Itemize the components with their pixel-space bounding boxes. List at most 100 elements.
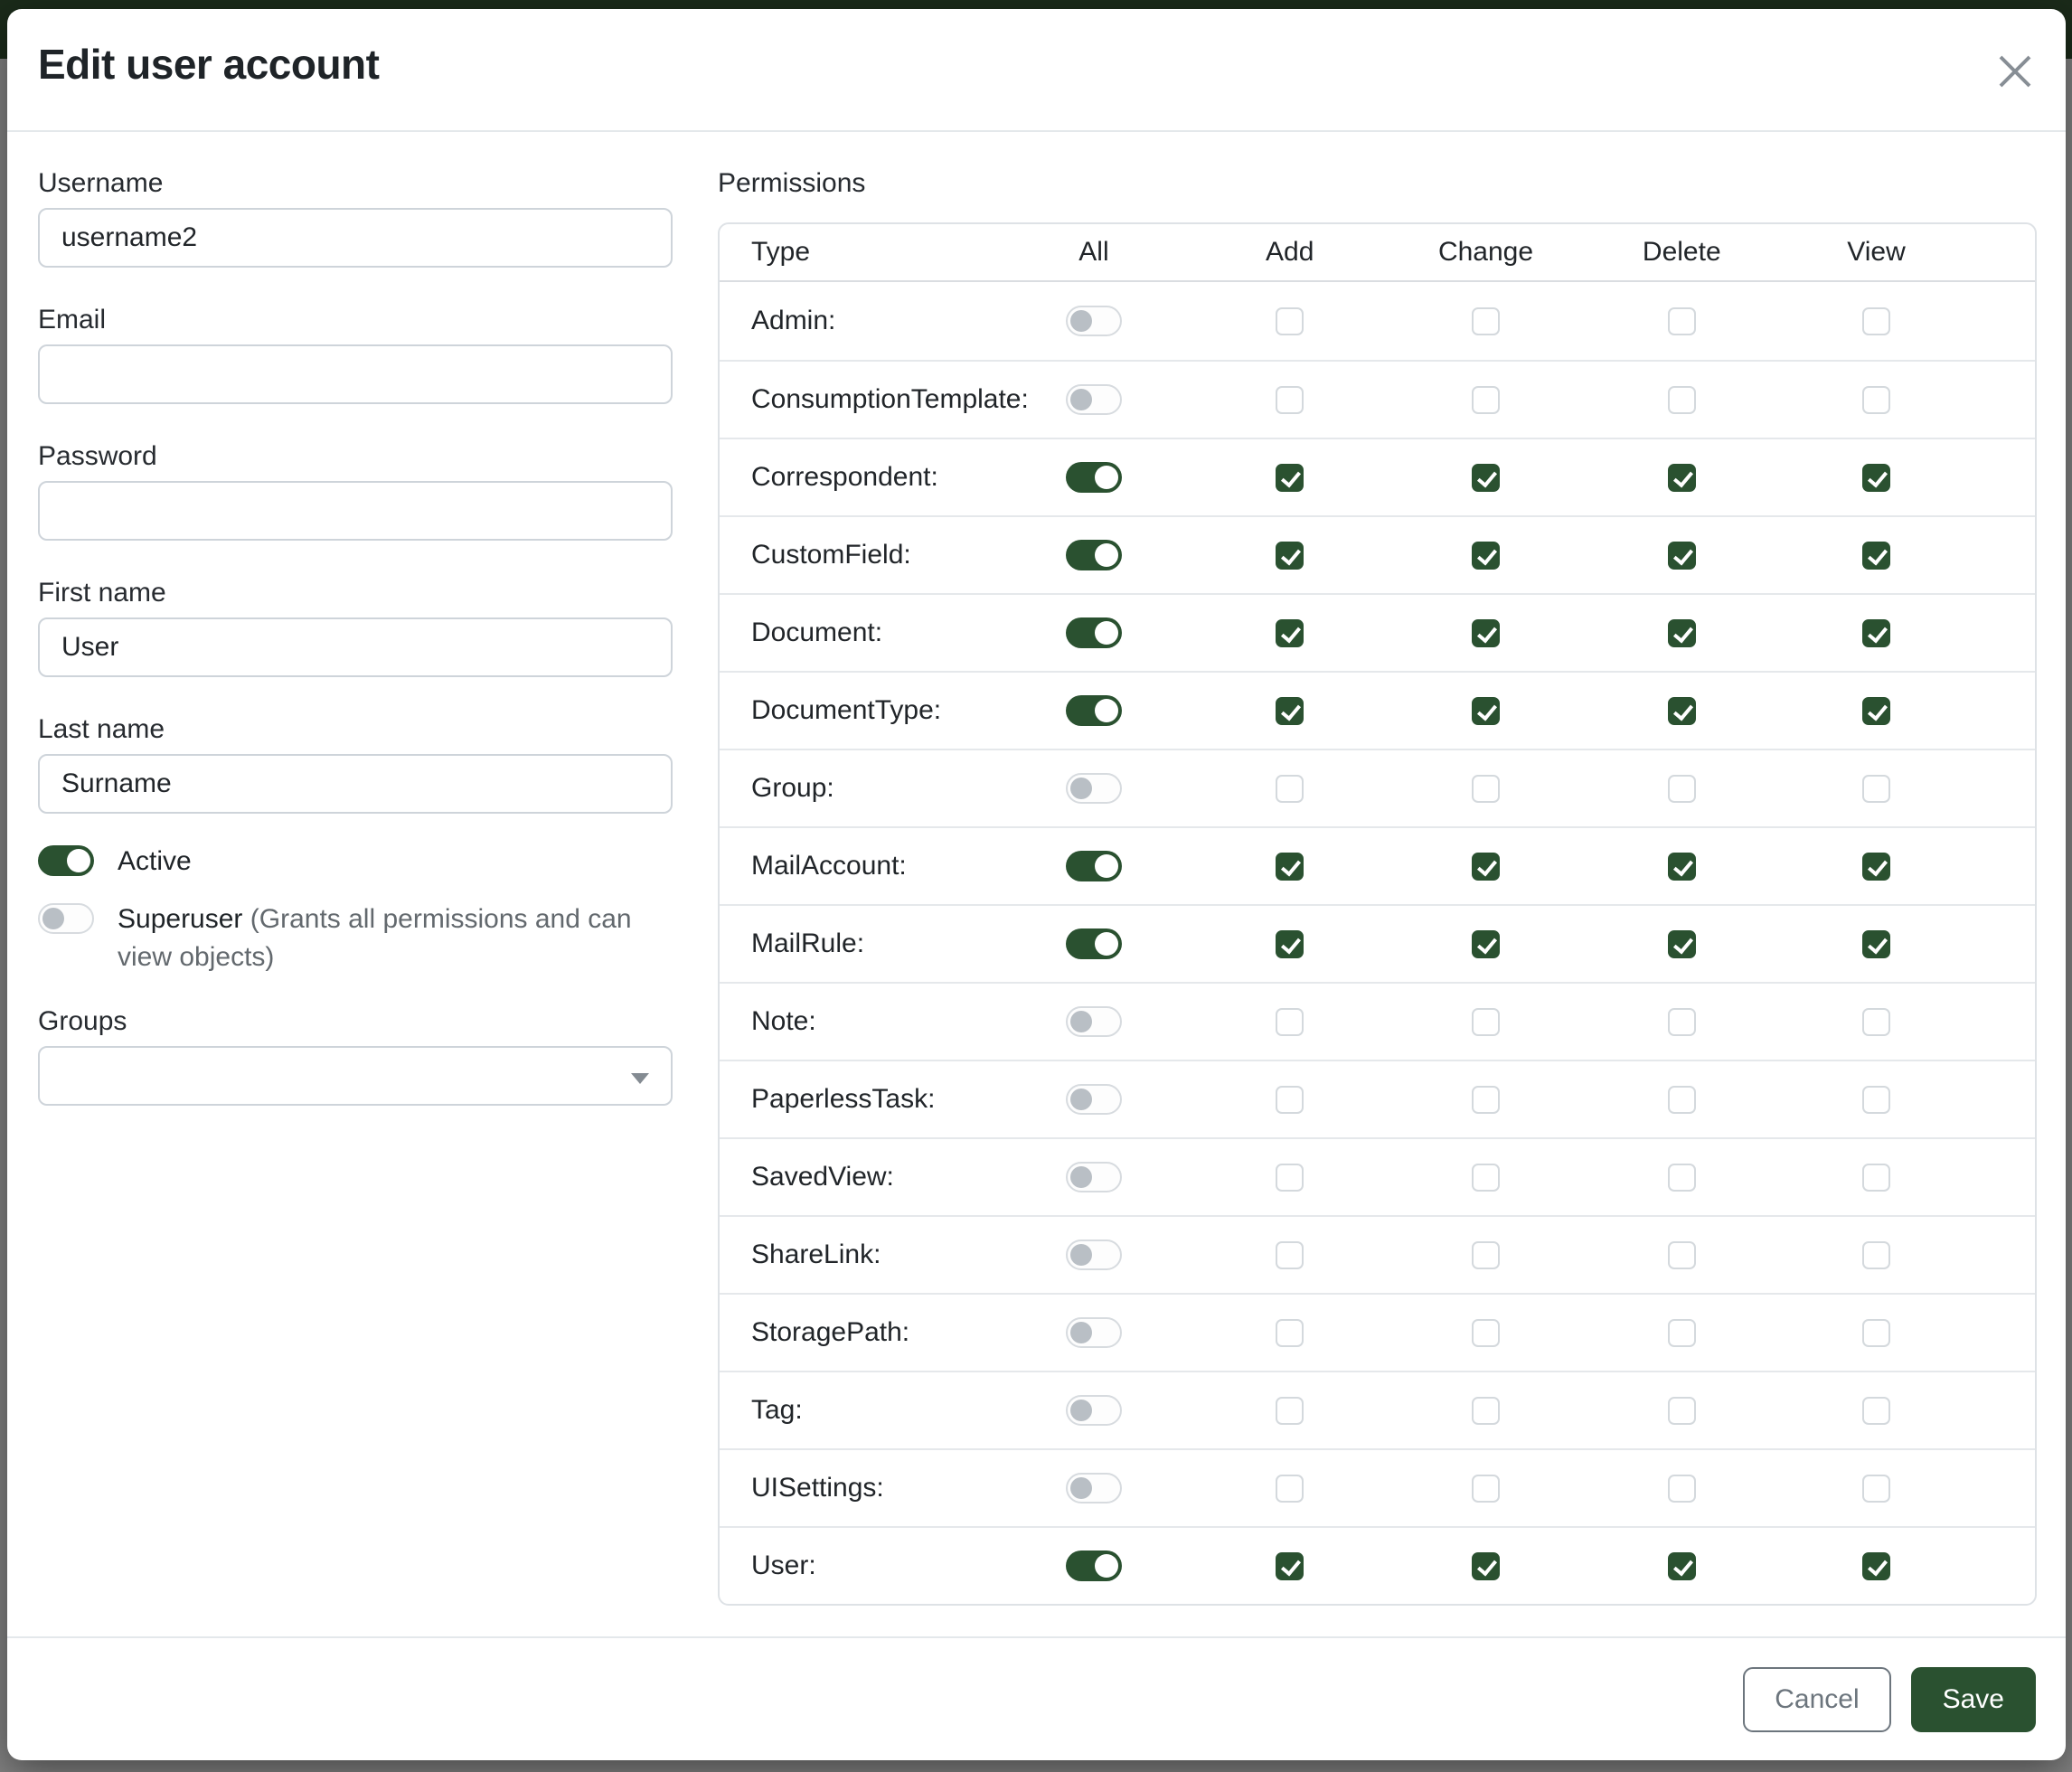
uisettings-add-checkbox[interactable] <box>1276 1475 1304 1503</box>
group-delete-checkbox[interactable] <box>1668 775 1696 803</box>
user-delete-checkbox[interactable] <box>1668 1552 1696 1580</box>
customfield-change-checkbox[interactable] <box>1472 542 1500 570</box>
user-all-toggle[interactable] <box>1066 1550 1122 1581</box>
note-view-checkbox[interactable] <box>1862 1008 1890 1036</box>
documenttype-view-checkbox[interactable] <box>1862 697 1890 725</box>
note-delete-checkbox[interactable] <box>1668 1008 1696 1036</box>
document-change-checkbox[interactable] <box>1472 619 1500 647</box>
superuser-label-text: Superuser <box>118 904 242 934</box>
user-change-checkbox[interactable] <box>1472 1552 1500 1580</box>
document-all-toggle[interactable] <box>1066 617 1122 648</box>
first-name-input[interactable] <box>38 617 673 677</box>
documenttype-delete-checkbox[interactable] <box>1668 697 1696 725</box>
tag-all-toggle[interactable] <box>1066 1395 1122 1426</box>
uisettings-change-checkbox[interactable] <box>1472 1475 1500 1503</box>
group-add-checkbox[interactable] <box>1276 775 1304 803</box>
document-delete-checkbox[interactable] <box>1668 619 1696 647</box>
savedview-all-toggle[interactable] <box>1066 1162 1122 1192</box>
paperlesstask-view-checkbox[interactable] <box>1862 1086 1890 1114</box>
mailrule-add-checkbox[interactable] <box>1276 930 1304 958</box>
correspondent-change-checkbox[interactable] <box>1472 464 1500 492</box>
sharelink-add-checkbox[interactable] <box>1276 1241 1304 1269</box>
savedview-view-checkbox[interactable] <box>1862 1164 1890 1192</box>
mailaccount-add-checkbox[interactable] <box>1276 853 1304 881</box>
consumptiontemplate-delete-checkbox[interactable] <box>1668 386 1696 414</box>
uisettings-delete-checkbox[interactable] <box>1668 1475 1696 1503</box>
mailaccount-change-checkbox[interactable] <box>1472 853 1500 881</box>
tag-delete-checkbox[interactable] <box>1668 1397 1696 1425</box>
customfield-delete-checkbox[interactable] <box>1668 542 1696 570</box>
active-toggle[interactable] <box>38 845 94 876</box>
mailaccount-all-toggle[interactable] <box>1066 851 1122 881</box>
admin-add-checkbox[interactable] <box>1276 307 1304 335</box>
tag-change-checkbox[interactable] <box>1472 1397 1500 1425</box>
admin-all-toggle[interactable] <box>1066 306 1122 336</box>
document-view-checkbox[interactable] <box>1862 619 1890 647</box>
consumptiontemplate-add-checkbox[interactable] <box>1276 386 1304 414</box>
savedview-delete-checkbox[interactable] <box>1668 1164 1696 1192</box>
tag-view-checkbox[interactable] <box>1862 1397 1890 1425</box>
cancel-button[interactable]: Cancel <box>1743 1667 1890 1732</box>
paperlesstask-add-checkbox[interactable] <box>1276 1086 1304 1114</box>
savedview-add-checkbox[interactable] <box>1276 1164 1304 1192</box>
email-input[interactable] <box>38 344 673 404</box>
group-view-checkbox[interactable] <box>1862 775 1890 803</box>
documenttype-add-checkbox[interactable] <box>1276 697 1304 725</box>
sharelink-all-toggle[interactable] <box>1066 1239 1122 1270</box>
customfield-add-checkbox[interactable] <box>1276 542 1304 570</box>
sharelink-change-checkbox[interactable] <box>1472 1241 1500 1269</box>
mailaccount-delete-checkbox[interactable] <box>1668 853 1696 881</box>
mailrule-view-checkbox[interactable] <box>1862 930 1890 958</box>
correspondent-delete-checkbox[interactable] <box>1668 464 1696 492</box>
sharelink-view-checkbox[interactable] <box>1862 1241 1890 1269</box>
admin-view-checkbox[interactable] <box>1862 307 1890 335</box>
correspondent-type-label: Correspondent: <box>720 462 938 493</box>
password-input[interactable] <box>38 481 673 541</box>
note-all-toggle[interactable] <box>1066 1006 1122 1037</box>
sharelink-delete-checkbox[interactable] <box>1668 1241 1696 1269</box>
last-name-input[interactable] <box>38 754 673 814</box>
customfield-all-toggle[interactable] <box>1066 540 1122 570</box>
consumptiontemplate-change-checkbox[interactable] <box>1472 386 1500 414</box>
uisettings-view-checkbox[interactable] <box>1862 1475 1890 1503</box>
tag-add-checkbox[interactable] <box>1276 1397 1304 1425</box>
admin-change-checkbox[interactable] <box>1472 307 1500 335</box>
user-view-checkbox[interactable] <box>1862 1552 1890 1580</box>
consumptiontemplate-all-toggle[interactable] <box>1066 384 1122 415</box>
group-all-toggle[interactable] <box>1066 773 1122 804</box>
correspondent-view-checkbox[interactable] <box>1862 464 1890 492</box>
permission-row-uisettings: UISettings: <box>720 1448 2035 1526</box>
mailrule-change-checkbox[interactable] <box>1472 930 1500 958</box>
storagepath-change-checkbox[interactable] <box>1472 1319 1500 1347</box>
group-change-checkbox[interactable] <box>1472 775 1500 803</box>
storagepath-view-checkbox[interactable] <box>1862 1319 1890 1347</box>
uisettings-all-toggle[interactable] <box>1066 1473 1122 1503</box>
mailrule-delete-checkbox[interactable] <box>1668 930 1696 958</box>
document-add-checkbox[interactable] <box>1276 619 1304 647</box>
admin-delete-checkbox[interactable] <box>1668 307 1696 335</box>
mailaccount-view-checkbox[interactable] <box>1862 853 1890 881</box>
username-input[interactable] <box>38 208 673 268</box>
savedview-change-checkbox[interactable] <box>1472 1164 1500 1192</box>
groups-select[interactable] <box>38 1046 673 1106</box>
close-button[interactable] <box>1993 51 2037 94</box>
uisettings-type-label: UISettings: <box>720 1473 884 1503</box>
paperlesstask-delete-checkbox[interactable] <box>1668 1086 1696 1114</box>
correspondent-add-checkbox[interactable] <box>1276 464 1304 492</box>
user-add-checkbox[interactable] <box>1276 1552 1304 1580</box>
storagepath-delete-checkbox[interactable] <box>1668 1319 1696 1347</box>
storagepath-add-checkbox[interactable] <box>1276 1319 1304 1347</box>
documenttype-change-checkbox[interactable] <box>1472 697 1500 725</box>
save-button[interactable]: Save <box>1911 1667 2036 1732</box>
paperlesstask-change-checkbox[interactable] <box>1472 1086 1500 1114</box>
note-change-checkbox[interactable] <box>1472 1008 1500 1036</box>
customfield-view-checkbox[interactable] <box>1862 542 1890 570</box>
consumptiontemplate-view-checkbox[interactable] <box>1862 386 1890 414</box>
storagepath-all-toggle[interactable] <box>1066 1317 1122 1348</box>
note-add-checkbox[interactable] <box>1276 1008 1304 1036</box>
superuser-toggle[interactable] <box>38 903 94 934</box>
correspondent-all-toggle[interactable] <box>1066 462 1122 493</box>
documenttype-all-toggle[interactable] <box>1066 695 1122 726</box>
mailrule-all-toggle[interactable] <box>1066 928 1122 959</box>
paperlesstask-all-toggle[interactable] <box>1066 1084 1122 1115</box>
